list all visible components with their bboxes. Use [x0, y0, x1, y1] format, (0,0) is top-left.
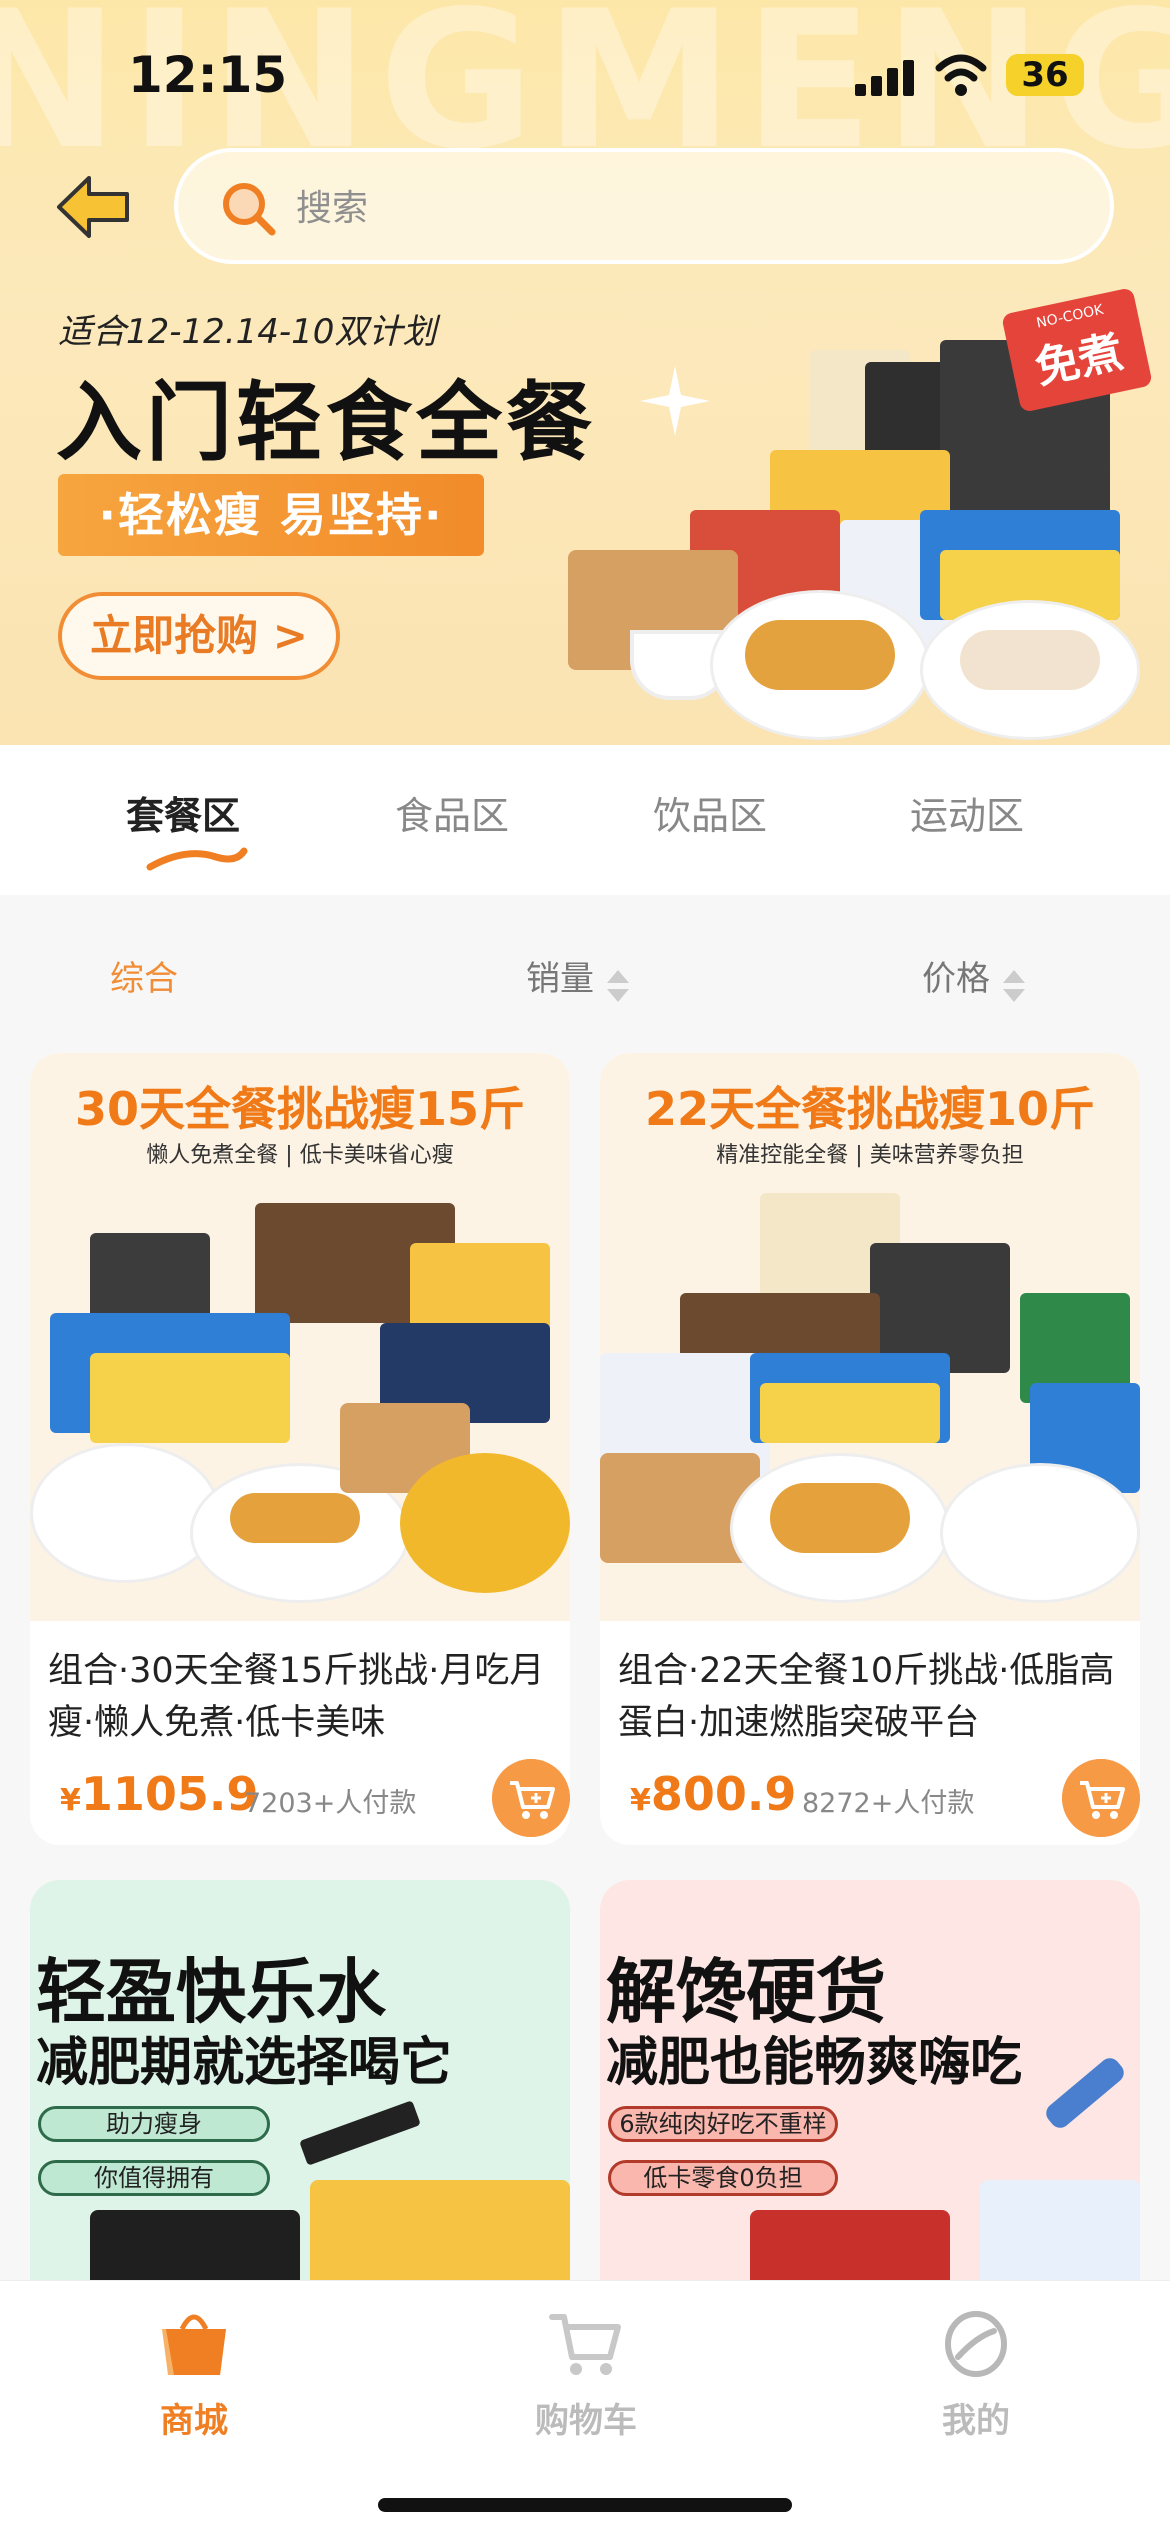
hero-banner[interactable]: NINGMENG 12:15 36 适合12-12.14-10双计划 入门轻食全…: [0, 0, 1170, 745]
promo-tag: 助力瘦身: [38, 2106, 270, 2142]
sold-count: 8272+人付款: [802, 1788, 975, 1819]
bottom-navigation: 商城 购物车 我的: [0, 2280, 1170, 2532]
product-headline: 22天全餐挑战瘦10斤: [644, 1082, 1096, 1136]
nav-profile[interactable]: 我的: [876, 2309, 1076, 2442]
status-bar: 12:15 36: [0, 0, 1170, 150]
promo-tag: 低卡零食0负担: [608, 2160, 838, 2196]
promo-product-image: [1042, 2054, 1128, 2132]
product-headline: 30天全餐挑战瘦15斤: [74, 1082, 526, 1136]
cart-icon: [549, 2314, 621, 2375]
product-image: 22天全餐挑战瘦10斤 精准控能全餐 | 美味营养零负担: [600, 1053, 1140, 1621]
tab-sports[interactable]: 运动区: [910, 785, 1024, 840]
sort-bar: 综合 销量 价格: [0, 895, 1170, 1055]
product-image: 30天全餐挑战瘦15斤 懒人免煮全餐 | 低卡美味省心瘦: [30, 1053, 570, 1621]
sort-sales[interactable]: 销量: [526, 951, 631, 1006]
status-time: 12:15: [128, 46, 288, 104]
home-indicator[interactable]: [378, 2498, 792, 2512]
tab-food[interactable]: 食品区: [395, 785, 509, 840]
product-title: 组合·30天全餐15斤挑战·月吃月瘦·懒人免煮·低卡美味: [48, 1651, 545, 1743]
category-tabs: 套餐区 食品区 饮品区 运动区: [0, 745, 1170, 895]
tab-active-indicator: [146, 847, 248, 871]
hero-plan-text: 适合12-12.14-10双计划: [58, 312, 437, 352]
tab-package[interactable]: 套餐区: [126, 785, 240, 840]
promo-tag: 你值得拥有: [38, 2160, 270, 2196]
product-card[interactable]: 22天全餐挑战瘦10斤 精准控能全餐 | 美味营养零负担 组合·22天全餐10斤…: [600, 1053, 1140, 1845]
tab-drinks[interactable]: 饮品区: [653, 785, 767, 840]
nav-label: 购物车: [535, 2401, 637, 2441]
promo-tag: 6款纯肉好吃不重样: [608, 2106, 838, 2142]
nav-cart[interactable]: 购物车: [486, 2309, 686, 2442]
product-card[interactable]: 30天全餐挑战瘦15斤 懒人免煮全餐 | 低卡美味省心瘦 组合·30天全餐15斤…: [30, 1053, 570, 1845]
add-to-cart-button[interactable]: [1062, 1759, 1140, 1837]
sort-sales-label: 销量: [526, 959, 594, 999]
product-title: 组合·22天全餐10斤挑战·低脂高蛋白·加速燃脂突破平台: [618, 1651, 1115, 1743]
sort-price[interactable]: 价格: [922, 951, 1027, 1006]
sort-arrows-icon: [1003, 969, 1026, 1002]
hero-title: 入门轻食全餐: [56, 373, 596, 473]
nav-label: 商城: [160, 2401, 228, 2441]
sold-count: 7203+人付款: [244, 1788, 417, 1819]
add-to-cart-button[interactable]: [492, 1759, 570, 1837]
sort-arrows-icon: [607, 969, 630, 1002]
product-price: ¥1105.9: [60, 1767, 259, 1821]
search-bar[interactable]: [174, 148, 1114, 264]
sort-overall[interactable]: 综合: [110, 951, 178, 1000]
promo-card-drinks[interactable]: 轻盈快乐水 减肥期就选择喝它 助力瘦身 你值得拥有: [30, 1880, 570, 2300]
sort-price-label: 价格: [922, 959, 990, 999]
wifi-icon: [935, 54, 987, 96]
product-price: ¥800.9: [630, 1767, 797, 1821]
bag-icon: [162, 2314, 226, 2375]
promo-subtitle: 减肥也能畅爽嗨吃: [606, 2033, 1023, 2093]
product-subheadline: 懒人免煮全餐 | 低卡美味省心瘦: [146, 1143, 454, 1168]
buy-now-button[interactable]: 立即抢购 >: [58, 592, 340, 680]
nav-label: 我的: [942, 2401, 1010, 2441]
profile-icon: [945, 2311, 1007, 2377]
promo-card-snacks[interactable]: 解馋硬货 减肥也能畅爽嗨吃 6款纯肉好吃不重样 低卡零食0负担: [600, 1880, 1140, 2300]
product-content: 综合 销量 价格 30天全餐挑战瘦15斤 懒人免煮全餐 | 低卡美味省心瘦 组合…: [0, 895, 1170, 2300]
promo-subtitle: 减肥期就选择喝它: [36, 2033, 453, 2093]
promo-product-image: [299, 2100, 421, 2166]
back-arrow-icon[interactable]: [55, 172, 131, 242]
hero-slogan: ·轻松瘦 易坚持·: [58, 474, 484, 556]
search-input[interactable]: [296, 178, 1056, 238]
cellular-signal-icon: [855, 60, 917, 96]
search-icon: [223, 183, 276, 236]
nav-mall[interactable]: 商城: [94, 2309, 294, 2442]
battery-indicator: 36: [1006, 54, 1084, 96]
product-subheadline: 精准控能全餐 | 美味营养零负担: [716, 1143, 1024, 1168]
